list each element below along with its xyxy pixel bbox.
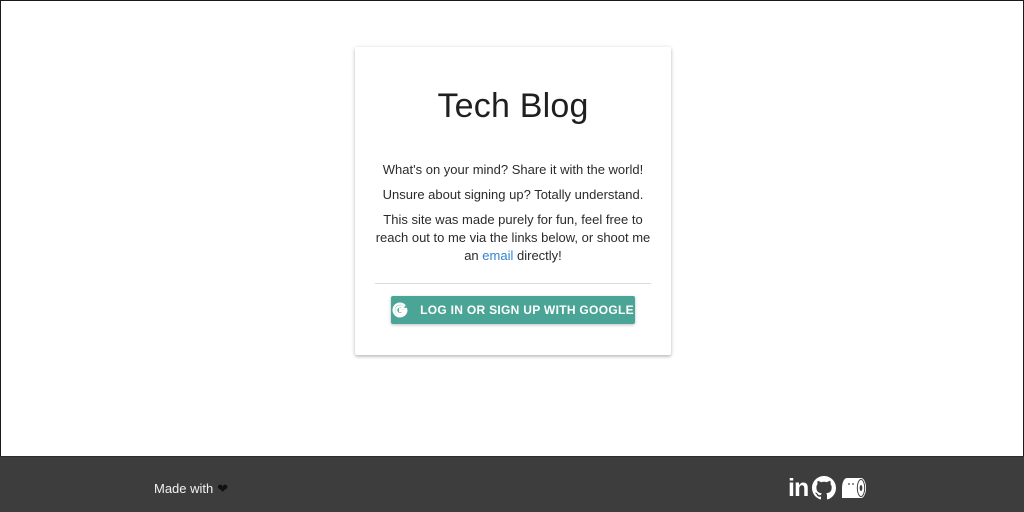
linkedin-icon[interactable]: in: [788, 474, 809, 502]
contact-text-before: This site was made purely for fun, feel …: [375, 212, 651, 263]
contact-text-after: directly!: [517, 248, 562, 263]
social-links: in: [788, 475, 868, 501]
linkedin-label: in: [788, 474, 809, 502]
google-login-label: LOG IN OR SIGN UP WITH GOOGLE: [420, 303, 634, 317]
footer: Made with ❤ in: [0, 456, 1024, 512]
intro-text: What's on your mind? Share it with the w…: [382, 162, 644, 177]
made-with-label: Made with: [154, 481, 214, 496]
google-login-button[interactable]: LOG IN OR SIGN UP WITH GOOGLE: [391, 296, 635, 324]
made-with-text: Made with ❤: [154, 481, 228, 496]
signup-hesitation-text: Unsure about signing up? Totally underst…: [382, 187, 644, 202]
contact-text: This site was made purely for fun, feel …: [373, 211, 653, 265]
email-link[interactable]: email: [482, 248, 513, 263]
github-icon[interactable]: [812, 476, 837, 500]
login-card: Tech Blog What's on your mind? Share it …: [355, 47, 671, 355]
divider: [375, 283, 651, 284]
page: Tech Blog What's on your mind? Share it …: [0, 0, 1024, 512]
page-title: Tech Blog: [437, 87, 589, 125]
google-icon: [392, 302, 408, 318]
toilet-paper-icon[interactable]: [840, 476, 868, 500]
heart-icon: ❤: [217, 481, 229, 496]
